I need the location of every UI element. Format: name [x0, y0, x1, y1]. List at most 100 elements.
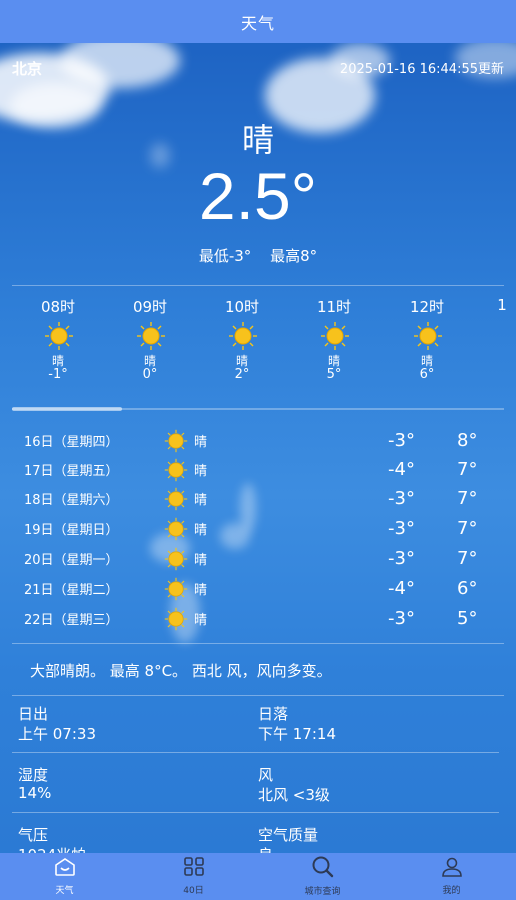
divider	[12, 695, 504, 696]
hour-time: 11时	[316, 298, 352, 316]
day-date: 16日（星期四）	[24, 434, 119, 450]
hourly-item: 08时 晴 -1°	[28, 296, 88, 382]
day-high: 5°	[457, 607, 478, 629]
sun-icon	[164, 517, 188, 545]
nav-mine[interactable]: 我的	[387, 853, 516, 900]
day-condition: 晴	[194, 612, 208, 628]
aqi-label: 空气质量	[258, 826, 319, 844]
day-date: 19日（星期日）	[24, 522, 119, 538]
hour-condition: 晴	[143, 354, 156, 368]
hour-temp: -1°	[48, 367, 68, 382]
hour-time: 09时	[132, 298, 168, 316]
divider	[12, 285, 504, 286]
day-condition: 晴	[194, 434, 208, 450]
sunrise-label: 日出	[18, 705, 49, 723]
nav-weather[interactable]: 天气	[0, 853, 129, 900]
sun-icon	[44, 321, 73, 350]
nav-city-search-label: 城市查询	[304, 887, 341, 897]
sunset-label: 日落	[258, 705, 289, 723]
hour-temp: 2°	[234, 367, 250, 382]
nav-40-day-label: 40日	[183, 886, 204, 896]
day-high: 8°	[457, 429, 478, 451]
day-high: 6°	[457, 577, 478, 599]
day-low: -4°	[388, 458, 415, 480]
sunrise-value: 上午 07:33	[18, 725, 96, 743]
hour-time: 12时	[409, 298, 445, 316]
daily-row: 18日（星期六） 晴 -3° 7°	[0, 484, 516, 512]
divider	[12, 812, 499, 813]
daily-row: 21日（星期二） 晴 -4° 6°	[0, 574, 516, 602]
daily-row: 22日（星期三） 晴 -3° 5°	[0, 604, 516, 632]
day-low: -3°	[388, 607, 415, 629]
today-range: 最低-3° 最高8°	[0, 245, 516, 266]
day-condition: 晴	[194, 463, 208, 479]
weather-summary: 大部晴朗。 最高 8°C。 西北 风，风向多变。	[30, 662, 332, 680]
day-high: 7°	[457, 517, 478, 539]
day-low: -3°	[388, 517, 415, 539]
wind-label: 风	[258, 766, 274, 784]
hourly-item: 11时 晴 5°	[304, 296, 364, 382]
sun-icon	[164, 607, 188, 635]
sun-icon	[228, 321, 257, 350]
search-icon	[310, 856, 336, 882]
hourly-item: 12时 晴 6°	[397, 296, 457, 382]
day-low: -4°	[388, 577, 415, 599]
hour-condition: 晴	[235, 354, 248, 368]
daily-row: 17日（星期五） 晴 -4° 7°	[0, 455, 516, 483]
divider	[12, 752, 499, 753]
grid-icon	[183, 857, 205, 881]
sun-icon	[413, 321, 442, 350]
sun-icon	[320, 321, 349, 350]
sun-icon	[164, 429, 188, 457]
city-name[interactable]: 北京	[12, 58, 42, 79]
hour-time: 10时	[224, 298, 260, 316]
sun-icon	[164, 547, 188, 575]
update-time: 2025-01-16 16:44:55更新	[339, 62, 504, 77]
sun-icon	[164, 577, 188, 605]
humidity-label: 湿度	[18, 766, 49, 784]
home-icon	[54, 857, 76, 881]
current-temperature: 2.5°	[198, 159, 318, 233]
today-high: 最高8°	[270, 247, 318, 265]
app-title: 天气	[240, 13, 275, 33]
day-condition: 晴	[194, 552, 208, 568]
hour-temp: 5°	[326, 367, 342, 382]
daily-row: 20日（星期一） 晴 -3° 7°	[0, 544, 516, 572]
day-date: 22日（星期三）	[24, 612, 119, 628]
hourly-item: 10时 晴 2°	[212, 296, 272, 382]
day-date: 21日（星期二）	[24, 582, 119, 598]
nav-weather-label: 天气	[55, 886, 74, 896]
day-date: 17日（星期五）	[24, 463, 119, 479]
day-high: 7°	[457, 547, 478, 569]
day-low: -3°	[388, 429, 415, 451]
daily-row: 19日（星期日） 晴 -3° 7°	[0, 514, 516, 542]
humidity-value: 14%	[18, 784, 52, 802]
day-low: -3°	[388, 487, 415, 509]
day-low: -3°	[388, 547, 415, 569]
sun-icon	[136, 321, 165, 350]
hour-condition: 晴	[51, 354, 64, 368]
hour-temp: 6°	[419, 367, 435, 382]
current-condition: 晴	[241, 121, 274, 159]
hour-time: 08时	[40, 298, 76, 316]
sunset-value: 下午 17:14	[258, 725, 336, 743]
sun-icon	[164, 458, 188, 486]
day-condition: 晴	[194, 582, 208, 598]
today-low: 最低-3°	[198, 247, 252, 265]
pressure-label: 气压	[18, 826, 49, 844]
day-high: 7°	[457, 458, 478, 480]
divider	[12, 643, 504, 644]
sun-icon	[164, 487, 188, 515]
day-high: 7°	[457, 487, 478, 509]
day-condition: 晴	[194, 522, 208, 538]
day-date: 20日（星期一）	[24, 552, 119, 568]
nav-city-search[interactable]: 城市查询	[258, 853, 387, 900]
daily-row: 16日（星期四） 晴 -3° 8°	[0, 426, 516, 454]
hour-condition: 晴	[420, 354, 433, 368]
wind-value: 北风 <3级	[258, 786, 330, 804]
nav-40-day[interactable]: 40日	[129, 853, 258, 900]
day-date: 18日（星期六）	[24, 492, 119, 508]
hourly-scrollbar-thumb[interactable]	[12, 407, 122, 411]
hourly-forecast[interactable]: 08时 晴 -1° 09时 晴 0° 10时 晴 2° 11时 晴 5° 12时	[0, 296, 516, 396]
nav-mine-label: 我的	[442, 886, 461, 896]
